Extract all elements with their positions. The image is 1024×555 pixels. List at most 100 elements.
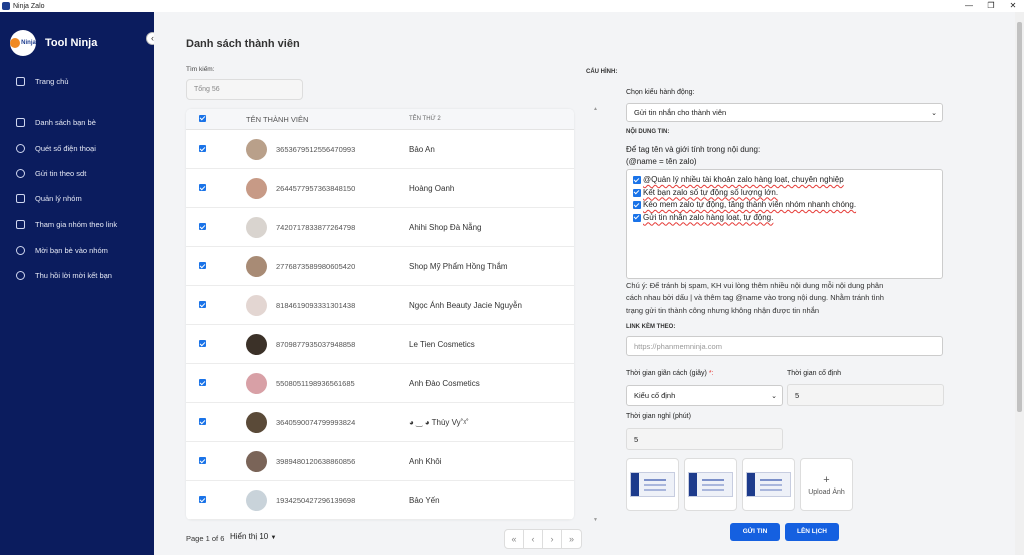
avatar [246, 216, 267, 238]
content-line: Kéo mem zalo tự động, tăng thành viên nh… [633, 199, 936, 212]
brand[interactable]: Ninja Tool Ninja [10, 30, 97, 56]
row-checkbox[interactable] [199, 496, 206, 503]
schedule-button[interactable]: LÊN LỊCH [785, 523, 839, 541]
config-title: CẤU HÌNH: [586, 69, 618, 75]
member-second-name: Shop Mỹ Phẩm Hồng Thắm [409, 261, 508, 271]
avatar [246, 255, 267, 277]
link-input[interactable]: https://phanmemninja.com [626, 336, 943, 356]
sidebar-item-invite-friends[interactable]: Mời bạn bè vào nhóm [16, 246, 108, 255]
table-row[interactable]: 7420717833877264798 Ahihi Shop Đà Nẵng [186, 208, 574, 247]
action-select[interactable]: Gửi tin nhắn cho thành viên ⌄ [626, 103, 943, 122]
table-row[interactable]: 3989480120638860856 Anh Khôi [186, 442, 574, 481]
tag-hint: Để tag tên và giới tính trong nội dung: [626, 145, 761, 154]
interval-label: Thời gian giãn cách (giây) *: [626, 370, 714, 377]
maximize-button[interactable]: ❐ [980, 0, 1002, 12]
image-thumbnail[interactable] [684, 458, 737, 511]
app-icon [2, 2, 10, 10]
send-button[interactable]: GỬI TIN [730, 523, 780, 541]
avatar [246, 294, 267, 316]
image-thumbnails: + Upload Ảnh [626, 458, 858, 511]
member-id: 8184619093331301438 [276, 300, 356, 310]
row-checkbox[interactable] [199, 223, 206, 230]
row-checkbox[interactable] [199, 262, 206, 269]
avatar [246, 333, 267, 355]
per-page-select[interactable]: Hiển thị 10 ▼ [230, 532, 296, 546]
sidebar-item-join-group[interactable]: Tham gia nhóm theo link [16, 220, 117, 229]
plus-icon: + [823, 473, 830, 486]
member-second-name: Ahihi Shop Đà Nẵng [409, 222, 482, 232]
message-icon [16, 169, 25, 178]
message-content-textarea[interactable]: @Quản lý nhiều tài khoản zalo hàng loạt,… [626, 169, 943, 279]
table-row[interactable]: 2776873589980605420 Shop Mỹ Phẩm Hồng Thắ… [186, 247, 574, 286]
avatar [246, 138, 267, 160]
fixed-time-label: Thời gian cố định [787, 370, 842, 377]
row-checkbox[interactable] [199, 301, 206, 308]
tag-hint-example: (@name = tên zalo) [626, 157, 697, 166]
search-label: Tìm kiếm: [186, 66, 215, 73]
window-titlebar: Ninja Zalo — ❐ ✕ [0, 0, 1024, 12]
table-row[interactable]: 2644577957363848150 Hoàng Oanh [186, 169, 574, 208]
spam-note-3: trạng gửi tin thành công nhưng không nhậ… [626, 306, 820, 315]
column-header-second-name: TÊN THỨ 2 [409, 116, 441, 122]
member-id: 2644577957363848150 [276, 183, 356, 193]
member-id: 3653679512556470993 [276, 144, 356, 154]
fixed-time-input[interactable]: 5 [787, 384, 944, 406]
window-title: Ninja Zalo [13, 2, 45, 10]
table-row[interactable]: 5508051198936561685 Anh Đào Cosmetics [186, 364, 574, 403]
mail-icon [16, 220, 25, 229]
table-row[interactable]: 8184619093331301438 Ngọc Ánh Beauty Jacie… [186, 286, 574, 325]
row-checkbox[interactable] [199, 340, 206, 347]
table-row[interactable]: 1934250427296139698 Bảo Yến [186, 481, 574, 520]
avatar [246, 411, 267, 433]
image-thumbnail[interactable] [742, 458, 795, 511]
search-input[interactable]: Tổng 56 [186, 79, 303, 100]
column-header-name: TÊN THÀNH VIÊN [246, 114, 309, 124]
member-id: 8709877935037948858 [276, 339, 356, 349]
sidebar-item-groups[interactable]: Quản lý nhóm [16, 194, 82, 203]
avatar [246, 489, 267, 511]
scroll-up-icon[interactable]: ▲ [593, 106, 598, 112]
page-indicator: Page 1 of 6 [186, 534, 225, 543]
avatar [246, 450, 267, 472]
sidebar-item-home[interactable]: Trang chủ [16, 77, 69, 86]
row-checkbox[interactable] [199, 184, 206, 191]
last-page-button[interactable]: » [562, 530, 581, 548]
table-row[interactable]: 3653679512556470993 Bảo An [186, 130, 574, 169]
contacts-icon [16, 118, 25, 127]
sidebar: Ninja Tool Ninja ‹ Trang chủ Danh sách b… [0, 12, 159, 555]
table-row[interactable]: 3640590074799993824 ◕ ‿ ◕ Thùy Vy˚ᵡ˚ [186, 403, 574, 442]
member-second-name: Le Tien Cosmetics [409, 339, 475, 349]
scroll-down-icon[interactable]: ▼ [593, 517, 598, 523]
sidebar-item-send-by-phone[interactable]: Gửi tin theo sdt [16, 169, 86, 178]
next-page-button[interactable]: › [543, 530, 562, 548]
gear-icon [16, 271, 25, 280]
member-id: 3989480120638860856 [276, 456, 356, 466]
image-thumbnail[interactable] [626, 458, 679, 511]
row-checkbox[interactable] [199, 145, 206, 152]
select-all-checkbox[interactable] [199, 114, 206, 122]
window-scrollbar[interactable] [1015, 12, 1024, 555]
members-table: TÊN THÀNH VIÊN TÊN THỨ 2 365367951255647… [186, 109, 574, 520]
table-row[interactable]: 8709877935037948858 Le Tien Cosmetics [186, 325, 574, 364]
interval-select[interactable]: Kiểu cố định ⌄ [626, 385, 783, 406]
row-checkbox[interactable] [199, 379, 206, 386]
search-icon [16, 144, 25, 153]
rest-time-input[interactable]: 5 [626, 428, 783, 450]
first-page-button[interactable]: « [505, 530, 524, 548]
member-id: 2776873589980605420 [276, 261, 356, 271]
row-checkbox[interactable] [199, 418, 206, 425]
close-button[interactable]: ✕ [1002, 0, 1024, 12]
upload-image-button[interactable]: + Upload Ảnh [800, 458, 853, 511]
chart-icon [16, 77, 25, 86]
minimize-button[interactable]: — [958, 0, 980, 12]
member-second-name: Anh Đào Cosmetics [409, 378, 480, 388]
content-line: Gửi tin nhắn zalo hàng loạt, tự động. [633, 212, 936, 225]
member-id: 3640590074799993824 [276, 417, 356, 427]
member-second-name: Hoàng Oanh [409, 183, 455, 193]
sidebar-item-friends[interactable]: Danh sách bạn bè [16, 118, 96, 127]
sidebar-item-scan-phone[interactable]: Quét số điện thoại [16, 144, 96, 153]
prev-page-button[interactable]: ‹ [524, 530, 543, 548]
row-checkbox[interactable] [199, 457, 206, 464]
sidebar-item-revoke-invites[interactable]: Thu hồi lời mời kết bạn [16, 271, 112, 280]
member-id: 7420717833877264798 [276, 222, 356, 232]
